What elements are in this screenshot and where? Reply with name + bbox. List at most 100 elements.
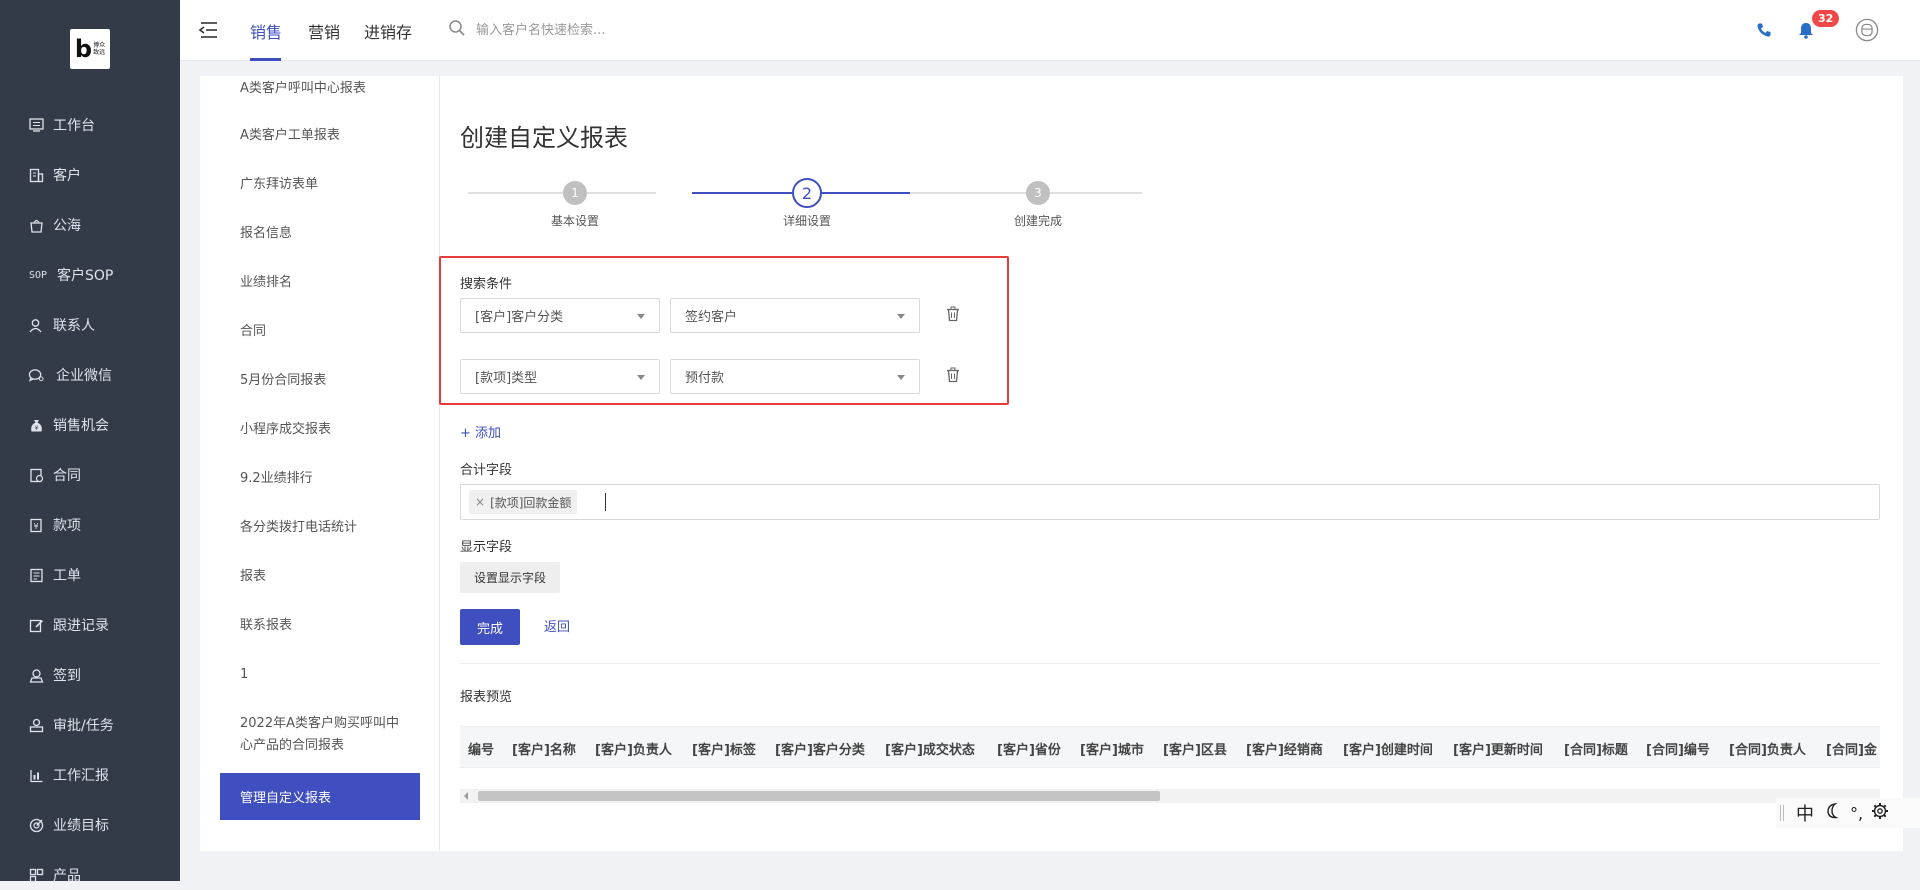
ime-punctuation-toggle[interactable]: °, [1850, 804, 1863, 823]
horizontal-scrollbar[interactable] [460, 789, 1880, 803]
report-list-item[interactable]: 联系报表 [240, 615, 420, 637]
table-header-cell: [合同]标题 [1564, 743, 1628, 758]
tag-label: [款项]回款金额 [490, 495, 572, 510]
add-condition-link[interactable]: + 添加 [460, 422, 501, 441]
app-logo[interactable]: b 博众 致远 [70, 29, 110, 69]
sidebar-item-opportunity[interactable]: ¥ 销售机会 [28, 410, 109, 440]
sidebar-item-label: 业绩目标 [53, 818, 109, 834]
report-list-item[interactable]: 9.2业绩排行 [240, 468, 420, 490]
report-list-item[interactable]: 小程序成交报表 [240, 419, 420, 441]
report-list-item[interactable]: A类客户工单报表 [240, 125, 420, 147]
table-header-cell: 编号 [468, 743, 495, 758]
select-value: 预付款 [685, 371, 725, 386]
step-2-label: 详细设置 [782, 214, 831, 228]
sidebar-item-checkin[interactable]: 签到 [28, 660, 81, 690]
search-conditions-label: 搜索条件 [460, 277, 513, 292]
report-list-item[interactable]: 2022年A类客户购买呼叫中心产品的合同报表 [240, 713, 410, 757]
remove-tag-icon[interactable]: × [475, 495, 485, 509]
sidebar-item-label: 销售机会 [53, 418, 109, 434]
tab-marketing[interactable]: 营销 [308, 19, 340, 43]
report-list-item[interactable]: A类客户呼叫中心报表 [240, 78, 420, 100]
back-link[interactable]: 返回 [544, 616, 570, 635]
search-input[interactable] [476, 22, 736, 38]
avatar[interactable] [1855, 18, 1879, 42]
delete-condition-icon[interactable] [946, 306, 962, 322]
sidebar-item-contacts[interactable]: 联系人 [28, 310, 95, 340]
monitor-icon [28, 117, 44, 133]
sidebar-item-ticket[interactable]: 工单 [28, 560, 81, 590]
report-list-item[interactable]: 合同 [240, 321, 420, 343]
sidebar-item-product[interactable]: 产品 [28, 860, 81, 890]
phone-icon[interactable] [1752, 18, 1776, 42]
sum-fields-label: 合计字段 [460, 463, 513, 478]
gear-icon[interactable] [1871, 802, 1889, 825]
sidebar-item-label: 工作台 [53, 118, 95, 134]
report-list-item[interactable]: 报表 [240, 566, 420, 588]
search-icon[interactable] [448, 19, 466, 41]
sidebar-item-customer[interactable]: 客户 [28, 160, 81, 190]
sidebar-item-followup[interactable]: 跟进记录 [28, 610, 109, 640]
condition-field-select[interactable]: [客户]客户分类 [460, 298, 660, 333]
sidebar-item-label: 客户SOP [57, 268, 114, 284]
payment-icon: ¥ [28, 517, 44, 533]
report-list-item[interactable]: 5月份合同报表 [240, 370, 420, 392]
select-value: [款项]类型 [475, 371, 538, 386]
sidebar-item-label: 企业微信 [56, 368, 112, 384]
report-list-item[interactable]: 业绩排名 [240, 272, 420, 294]
table-header-cell: [客户]创建时间 [1343, 743, 1433, 758]
moon-icon[interactable] [1824, 802, 1842, 825]
condition-field-select[interactable]: [款项]类型 [460, 359, 660, 394]
sidebar-item-label: 合同 [53, 468, 81, 484]
report-list-item[interactable]: 报名信息 [240, 223, 420, 245]
ime-language-toggle[interactable]: 中 [1796, 800, 1814, 826]
ime-drag-handle[interactable] [1780, 805, 1784, 821]
set-display-fields-button[interactable]: 设置显示字段 [460, 562, 560, 593]
sidebar: b 博众 致远 工作台 客户 公海 SOP 客户SOP 联系人 企业微信 ¥ 销… [0, 0, 180, 884]
scrollbar-thumb[interactable] [478, 791, 1160, 801]
menu-collapse-icon[interactable] [198, 21, 218, 39]
tab-sales[interactable]: 销售 [250, 19, 282, 43]
step-connector [576, 192, 656, 194]
report-list-item[interactable]: 广东拜访表单 [240, 174, 420, 196]
preview-label: 报表预览 [460, 690, 513, 705]
sidebar-item-payment[interactable]: ¥ 款项 [28, 510, 81, 540]
condition-value-select[interactable]: 预付款 [670, 359, 920, 394]
svg-text:¥: ¥ [33, 522, 38, 531]
table-header-cell: [客户]名称 [512, 743, 576, 758]
sidebar-item-label: 客户 [53, 168, 81, 184]
sop-icon: SOP [28, 269, 48, 281]
sidebar-item-approval[interactable]: 审批/任务 [28, 710, 114, 740]
page-title: 创建自定义报表 [460, 124, 628, 152]
step-1-circle: 1 [563, 181, 587, 205]
tab-inventory[interactable]: 进销存 [364, 19, 412, 43]
manage-custom-report-item[interactable]: 管理自定义报表 [220, 773, 420, 820]
sum-fields-input[interactable]: × [款项]回款金额 [460, 484, 1880, 520]
sidebar-item-label: 款项 [53, 518, 81, 534]
bag-icon [28, 217, 44, 233]
sidebar-item-public-pool[interactable]: 公海 [28, 210, 81, 240]
content-card: A类客户呼叫中心报表 A类客户工单报表 广东拜访表单 报名信息 业绩排名 合同 … [200, 76, 1903, 851]
sidebar-item-customer-sop[interactable]: SOP 客户SOP [28, 260, 113, 290]
logo-text: 博众 致远 [93, 42, 106, 56]
text-cursor [605, 493, 606, 511]
condition-value-select[interactable]: 签约客户 [670, 298, 920, 333]
create-report-form: 创建自定义报表 1 2 3 基本设置 详细设置 创建完成 搜索条件 [客户]客户… [439, 76, 1903, 851]
delete-condition-icon[interactable] [946, 367, 962, 383]
table-header-cell: [客户]区县 [1163, 743, 1227, 758]
search-bar [448, 18, 748, 42]
sidebar-item-contract[interactable]: 合同 [28, 460, 81, 490]
scroll-left-icon[interactable] [464, 792, 468, 800]
active-tab-indicator [250, 58, 281, 61]
sidebar-item-work-report[interactable]: 工作汇报 [28, 760, 109, 790]
report-list-item[interactable]: 各分类拨打电话统计 [240, 517, 420, 539]
sidebar-item-wecom[interactable]: 企业微信 [28, 360, 112, 390]
table-header-cell: [客户]城市 [1080, 743, 1144, 758]
finish-button[interactable]: 完成 [460, 609, 520, 645]
display-fields-label: 显示字段 [460, 540, 513, 555]
report-list-item[interactable]: 1 [240, 664, 420, 686]
sidebar-item-target[interactable]: 业绩目标 [28, 810, 109, 840]
sum-field-tag: × [款项]回款金额 [469, 490, 578, 514]
sidebar-item-workbench[interactable]: 工作台 [28, 110, 95, 140]
report-list: A类客户呼叫中心报表 A类客户工单报表 广东拜访表单 报名信息 业绩排名 合同 … [200, 76, 440, 851]
table-header-cell: [客户]省份 [997, 743, 1061, 758]
